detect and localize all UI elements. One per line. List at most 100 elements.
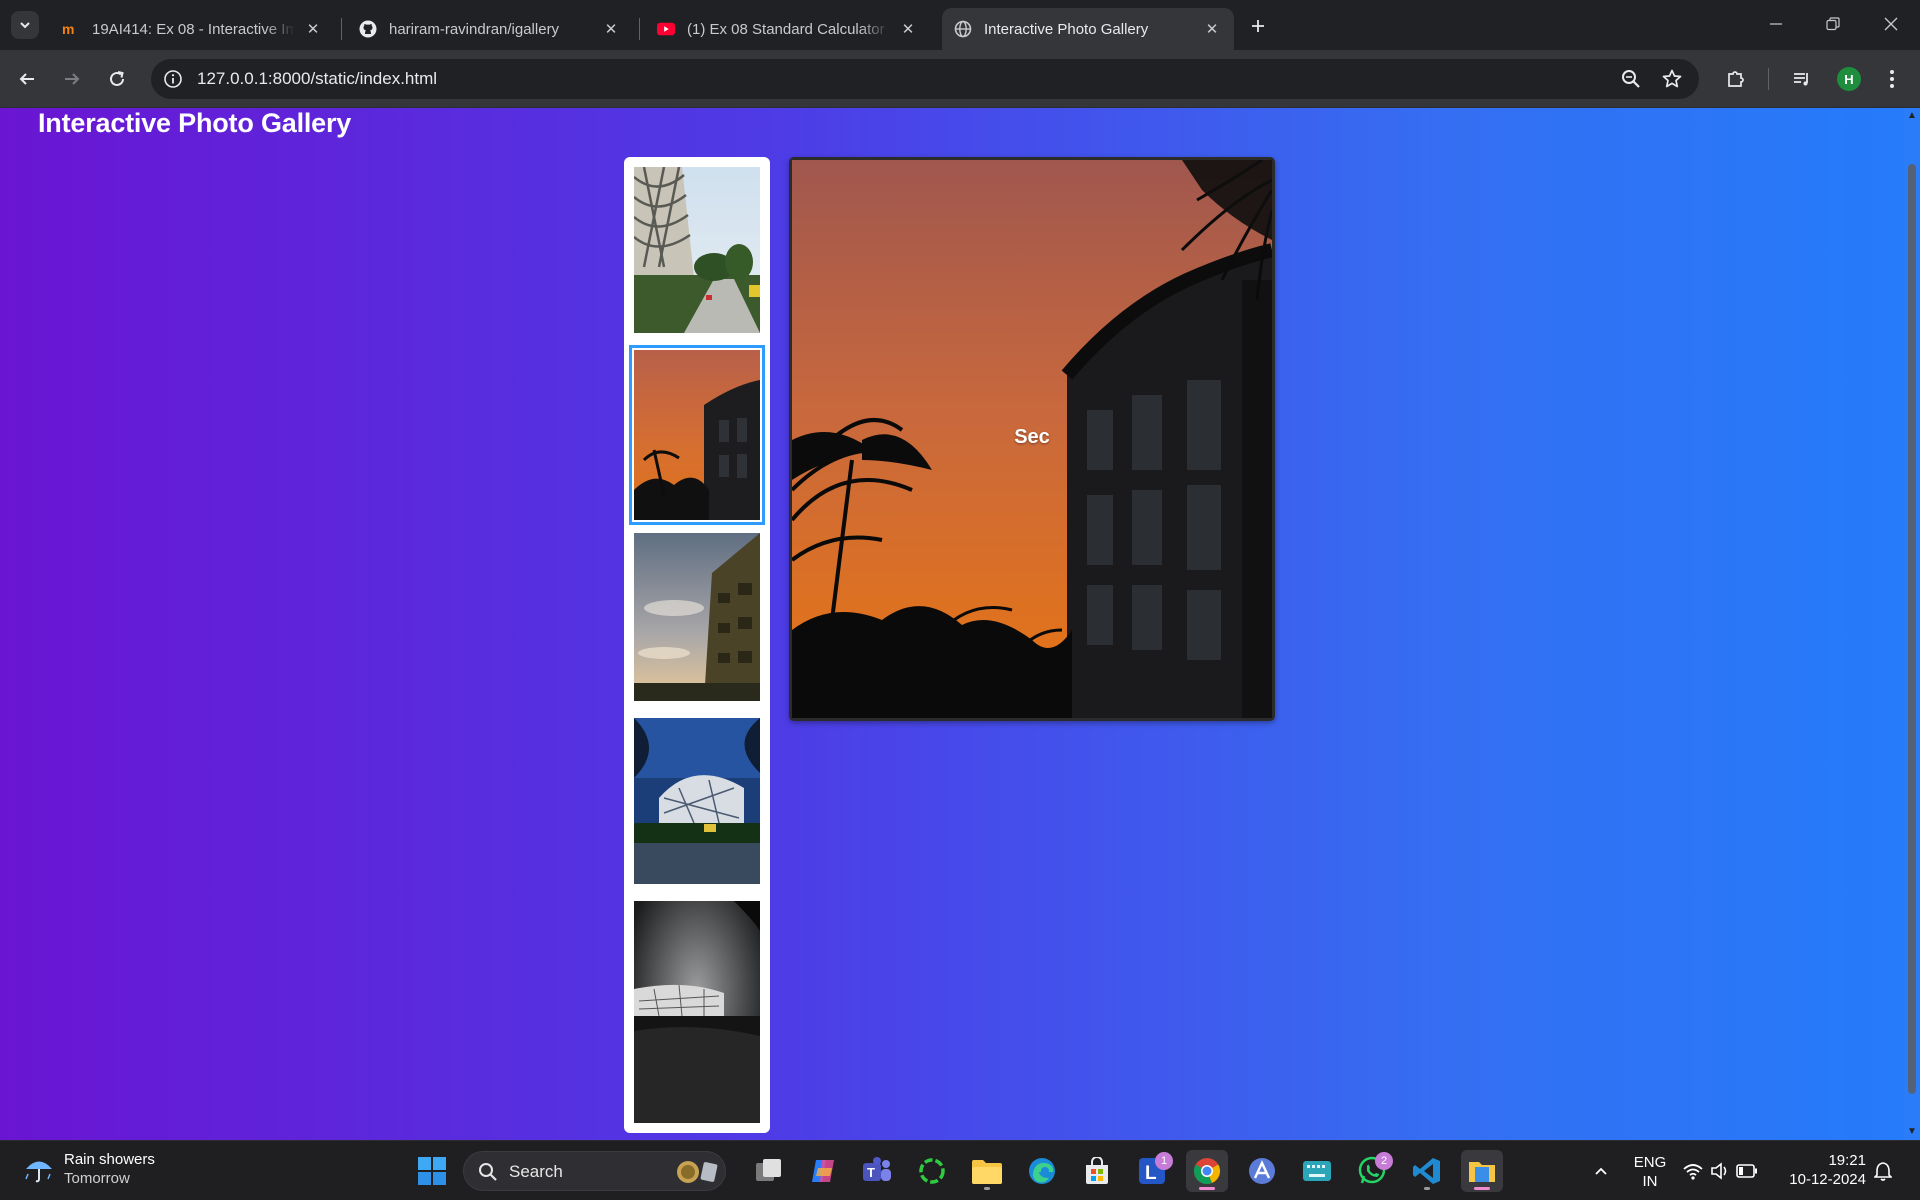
thumbnail-5[interactable] <box>634 901 760 1123</box>
url-text[interactable]: 127.0.0.1:8000/static/index.html <box>197 69 437 89</box>
vscode-button[interactable] <box>1406 1150 1448 1192</box>
thumbnail-image <box>634 350 760 520</box>
thumbnail-3[interactable] <box>634 533 760 701</box>
youtube-icon <box>657 20 675 38</box>
close-icon[interactable]: ✕ <box>303 19 323 39</box>
chrome-button[interactable] <box>1186 1150 1228 1192</box>
running-indicator <box>1424 1187 1430 1190</box>
site-info-icon[interactable] <box>163 69 183 89</box>
bell-icon <box>1874 1162 1892 1181</box>
tab-moodle[interactable]: m 19AI414: Ex 08 - Interactive Ima ✕ <box>50 8 335 50</box>
thumbnail-strip <box>624 157 770 1133</box>
profile-avatar[interactable]: H <box>1837 67 1861 91</box>
task-view-button[interactable] <box>748 1150 790 1192</box>
extensions-button[interactable] <box>1721 64 1751 94</box>
green-loader-app-button[interactable] <box>911 1150 953 1192</box>
battery-icon <box>1736 1164 1757 1178</box>
new-tab-button[interactable] <box>1244 12 1272 40</box>
zoom-icon[interactable] <box>1620 68 1642 90</box>
media-queue-icon <box>1794 73 1808 86</box>
chevron-down-icon <box>20 22 30 29</box>
close-icon[interactable]: ✕ <box>1202 19 1222 39</box>
minimize-button[interactable] <box>1753 8 1799 40</box>
quick-settings-button[interactable] <box>1678 1150 1762 1192</box>
folder-document-icon <box>1469 1162 1495 1182</box>
browser-menu-button[interactable] <box>1877 64 1907 94</box>
notification-badge: 1 <box>1155 1152 1173 1170</box>
folder-app-button[interactable] <box>1461 1150 1503 1192</box>
close-icon[interactable]: ✕ <box>898 19 918 39</box>
tab-search-button[interactable] <box>11 11 39 39</box>
tab-github[interactable]: hariram-ravindran/igallery ✕ <box>347 8 633 50</box>
tab-title: (1) Ex 08 Standard Calculator De <box>687 20 890 38</box>
scroll-up-arrow-icon[interactable]: ▲ <box>1906 110 1918 122</box>
language-indicator[interactable]: ENG IN <box>1630 1153 1670 1191</box>
teams-icon: T <box>863 1157 891 1181</box>
arc-style-app-button[interactable] <box>1241 1150 1283 1192</box>
tab-title: hariram-ravindran/igallery <box>389 20 560 38</box>
vscode-icon <box>1413 1158 1440 1184</box>
thumbnail-4[interactable] <box>634 718 760 884</box>
volume-icon <box>1711 1162 1727 1180</box>
thumbnail-1[interactable] <box>634 167 760 333</box>
restore-button[interactable] <box>1810 8 1856 40</box>
bookmark-star-icon[interactable] <box>1661 68 1683 90</box>
toolbar-divider <box>1768 68 1769 90</box>
search-label: Search <box>509 1162 563 1181</box>
weather-widget[interactable]: Rain showers Tomorrow <box>22 1151 155 1187</box>
tab-photo-gallery[interactable]: Interactive Photo Gallery ✕ <box>942 8 1234 50</box>
tab-divider <box>341 18 342 40</box>
running-indicator <box>984 1187 990 1190</box>
scrollbar-thumb[interactable] <box>1908 164 1916 1094</box>
wifi-icon <box>1683 1164 1703 1180</box>
thumbnail-image <box>634 167 760 333</box>
keyboard-icon <box>1303 1161 1331 1181</box>
thumbnail-image <box>634 718 760 884</box>
clock-date: 10-12-2024 <box>1789 1171 1866 1188</box>
forward-button[interactable] <box>57 64 87 94</box>
triangle-logo-icon <box>1249 1158 1275 1184</box>
back-button[interactable] <box>12 64 42 94</box>
tab-youtube[interactable]: (1) Ex 08 Standard Calculator De ✕ <box>645 8 930 50</box>
close-icon[interactable]: ✕ <box>601 19 621 39</box>
svg-text:T: T <box>867 1165 875 1180</box>
clock-time: 19:21 <box>1828 1152 1866 1169</box>
circular-loader-icon <box>919 1158 945 1184</box>
start-button[interactable] <box>411 1150 453 1192</box>
edge-icon <box>1029 1158 1055 1184</box>
arrow-left-icon <box>19 73 34 85</box>
show-hidden-icons-button[interactable] <box>1580 1150 1622 1192</box>
region-code: IN <box>1642 1173 1658 1190</box>
page-scrollbar[interactable]: ▲ ▼ <box>1904 108 1920 1140</box>
puzzle-icon <box>1728 71 1744 87</box>
scroll-down-arrow-icon[interactable]: ▼ <box>1906 1126 1918 1138</box>
teams-button[interactable]: T <box>856 1150 898 1192</box>
notifications-button[interactable] <box>1868 1150 1898 1192</box>
system-clock[interactable]: 19:21 10-12-2024 <box>1786 1151 1866 1189</box>
svg-text:L: L <box>1145 1163 1157 1184</box>
arrow-right-icon <box>65 73 80 85</box>
moodle-icon: m <box>62 20 80 38</box>
more-vert-icon <box>1890 70 1894 88</box>
edge-button[interactable] <box>1021 1150 1063 1192</box>
file-explorer-button[interactable] <box>966 1150 1008 1192</box>
thumbnail-2[interactable] <box>629 345 765 525</box>
tab-divider <box>639 18 640 40</box>
main-image-frame: Sec <box>789 157 1275 721</box>
address-bar[interactable]: 127.0.0.1:8000/static/index.html <box>151 59 1699 99</box>
copilot-button[interactable] <box>802 1150 844 1192</box>
tab-title: Interactive Photo Gallery <box>984 20 1149 38</box>
microsoft-store-button[interactable] <box>1076 1150 1118 1192</box>
media-controls-button[interactable] <box>1787 64 1817 94</box>
lync-app-button[interactable]: L 1 <box>1131 1150 1173 1192</box>
main-image[interactable]: Sec <box>792 160 1272 718</box>
chrome-icon <box>1193 1158 1221 1185</box>
tab-title: 19AI414: Ex 08 - Interactive Ima <box>92 20 295 38</box>
search-icon <box>479 1163 497 1181</box>
taskbar-search[interactable]: Search <box>463 1151 726 1191</box>
close-window-button[interactable] <box>1868 8 1914 40</box>
thumbnail-image <box>634 901 760 1123</box>
keyboard-app-button[interactable] <box>1296 1150 1338 1192</box>
whatsapp-button[interactable]: 2 <box>1351 1150 1393 1192</box>
reload-button[interactable] <box>102 64 132 94</box>
